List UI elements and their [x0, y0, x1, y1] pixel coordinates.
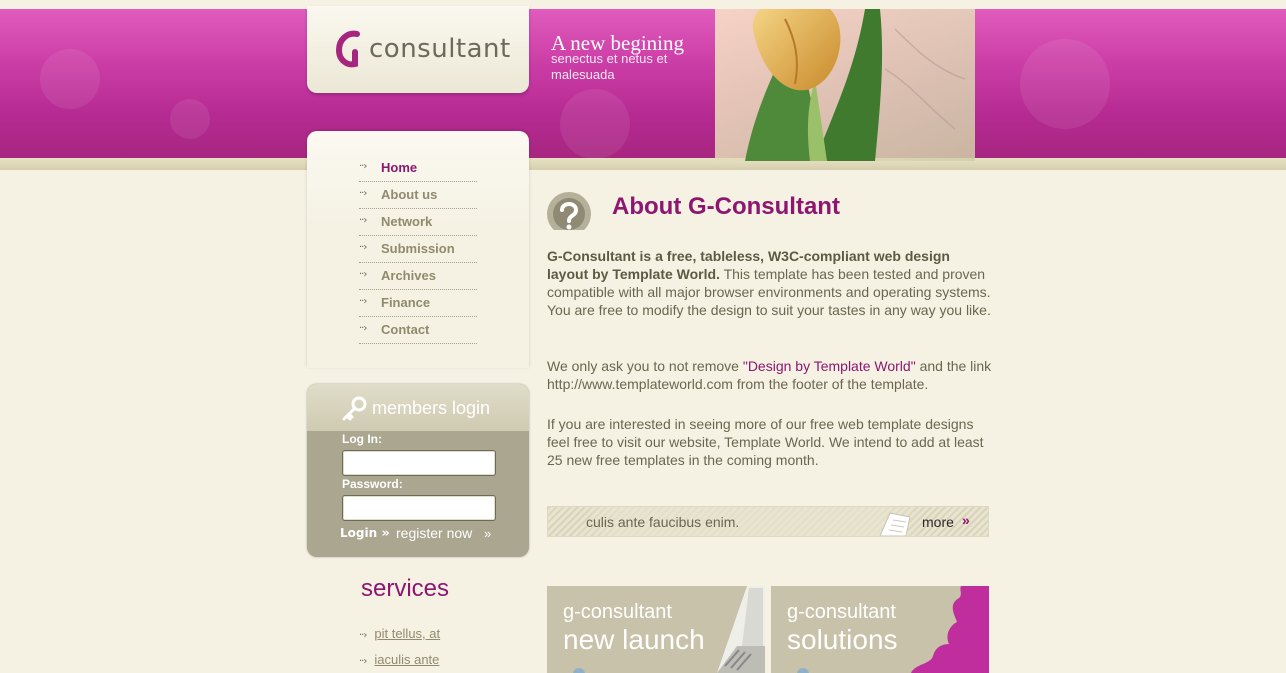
about-paragraph-2: We only ask you to not remove "Design by…: [547, 357, 992, 393]
document-icon: [879, 512, 911, 536]
promo-title: new launch: [563, 624, 705, 655]
login-button-label: Login: [340, 526, 378, 540]
bullet-circle-icon: [797, 668, 809, 673]
arrow-bullet-icon: ··›: [359, 296, 367, 307]
register-label: register now: [396, 525, 473, 541]
login-input[interactable]: [342, 450, 496, 476]
double-chevron-icon: »: [483, 526, 492, 541]
arrow-bullet-icon: ··›: [359, 188, 367, 199]
tulip-image: [715, 9, 975, 161]
decor-flower: [40, 49, 100, 109]
promo-solutions[interactable]: g-consultant solutions: [771, 586, 989, 673]
main-navigation: ··› Home ··› About us ··› Network ··› Submis…: [307, 131, 529, 368]
double-chevron-icon: »: [381, 526, 390, 541]
login-button[interactable]: Login »: [340, 526, 390, 541]
password-input[interactable]: [342, 495, 496, 521]
arrow-bullet-icon: ··›: [359, 269, 367, 280]
decor-flower: [560, 89, 630, 159]
nav-item-contact[interactable]: ··› Contact: [359, 317, 477, 344]
service-item: ··› pit tellus, at: [359, 626, 440, 641]
promo-brand: g-consultant: [787, 601, 896, 623]
about-paragraph-3: If you are interested in seeing more of …: [547, 416, 984, 468]
logo[interactable]: consultant: [307, 6, 529, 93]
promo-new-launch[interactable]: g-consultant new launch: [547, 586, 765, 673]
nav-link[interactable]: About us: [381, 187, 437, 202]
service-item: ··› iaculis ante: [359, 652, 439, 667]
promo-title: solutions: [787, 624, 898, 655]
nav-link[interactable]: Home: [381, 160, 417, 175]
nav-item-home[interactable]: ··› Home: [359, 155, 477, 182]
strip-text: culis ante faucibus enim.: [586, 514, 740, 530]
arrow-bullet-icon: ··›: [359, 323, 367, 334]
password-label: Password:: [342, 477, 403, 491]
more-link[interactable]: more: [922, 514, 954, 530]
laptop-icon: [717, 586, 765, 673]
g-logo-icon: [335, 30, 360, 68]
bullet-circle-icon: [573, 668, 585, 673]
members-login-panel: members login Log In: Password: Login » …: [307, 384, 529, 557]
logo-text: consultant: [369, 34, 511, 64]
services-title: services: [361, 575, 450, 602]
nav-item-finance[interactable]: ··› Finance: [359, 290, 477, 317]
paragraph-text: We only ask you to not remove: [547, 358, 743, 374]
news-strip: culis ante faucibus enim. more »: [547, 506, 989, 537]
credit-link[interactable]: "Design by Template World": [743, 358, 916, 374]
nav-link[interactable]: Archives: [381, 268, 436, 283]
arrow-bullet-icon: ··›: [359, 656, 367, 667]
nav-item-about-us[interactable]: ··› About us: [359, 182, 477, 209]
nav-link[interactable]: Finance: [381, 295, 430, 310]
top-strip: [0, 0, 1286, 9]
key-icon: [342, 396, 367, 421]
nav-item-submission[interactable]: ··› Submission: [359, 236, 477, 263]
about-paragraph-1: G-Consultant is a free, tableless, W3C-c…: [547, 247, 992, 319]
banner-subtitle: senectus et netus et malesuada: [551, 51, 668, 82]
arrow-bullet-icon: ··›: [359, 630, 367, 641]
banner-bottom-band: [0, 158, 1286, 170]
promo-brand: g-consultant: [563, 601, 672, 623]
login-title: members login: [372, 398, 491, 418]
question-icon: [547, 192, 591, 230]
login-header: members login: [307, 384, 529, 431]
arrow-bullet-icon: ··›: [359, 161, 367, 172]
decor-flower: [1020, 39, 1110, 129]
puzzle-icon: [911, 586, 989, 673]
nav-link[interactable]: Submission: [381, 241, 455, 256]
nav-list: ··› Home ··› About us ··› Network ··› Submis…: [359, 155, 477, 344]
page-title: About G-Consultant: [612, 193, 840, 220]
nav-item-archives[interactable]: ··› Archives: [359, 263, 477, 290]
service-link[interactable]: pit tellus, at: [374, 626, 440, 641]
register-link[interactable]: register now »: [396, 525, 491, 541]
nav-link[interactable]: Network: [381, 214, 432, 229]
login-label: Log In:: [342, 432, 382, 446]
decor-flower: [170, 99, 210, 139]
nav-link[interactable]: Contact: [381, 322, 429, 337]
double-chevron-icon: »: [962, 512, 970, 528]
service-link[interactable]: iaculis ante: [374, 652, 439, 667]
nav-item-network[interactable]: ··› Network: [359, 209, 477, 236]
arrow-bullet-icon: ··›: [359, 215, 367, 226]
arrow-bullet-icon: ··›: [359, 242, 367, 253]
